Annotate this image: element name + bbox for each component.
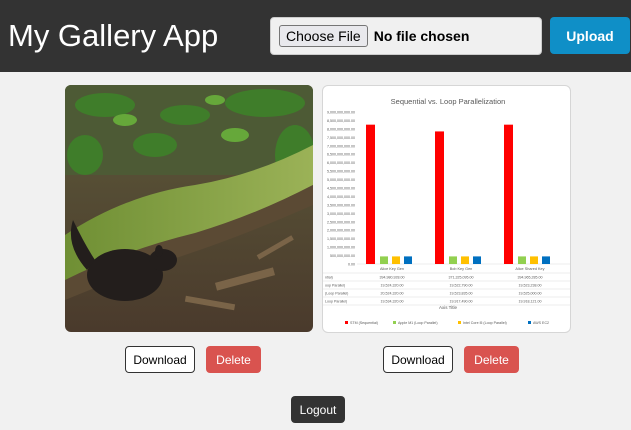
- y-tick-label: 0.00: [348, 263, 355, 267]
- bar: [504, 124, 513, 264]
- table-cell: 371,325,095.00: [449, 276, 474, 280]
- table-cell: 20,524,320.00: [381, 292, 404, 296]
- logout-button[interactable]: Logout: [291, 396, 345, 423]
- app-title: My Gallery App: [8, 18, 219, 53]
- table-cell: 19,522,790.00: [450, 284, 473, 288]
- table-cell: 19,523,238.00: [519, 284, 542, 288]
- bar: [435, 131, 444, 264]
- bar: [473, 256, 481, 264]
- legend-swatch: [458, 321, 461, 324]
- y-tick-label: 3,500,000,000.00: [327, 203, 355, 207]
- file-input[interactable]: Choose File No file chosen: [270, 17, 542, 55]
- y-tick-label: 1,500,000,000.00: [327, 237, 355, 241]
- y-tick-label: 2,500,000,000.00: [327, 220, 355, 224]
- bar: [392, 256, 400, 264]
- legend-label: Apple M1 (Loop Parallel): [398, 321, 438, 325]
- table-row-label: Loop Parallel): [325, 300, 347, 304]
- bar: [449, 256, 457, 264]
- y-tick-label: 1,000,000,000.00: [327, 246, 355, 250]
- bar: [461, 256, 469, 264]
- bar: [404, 256, 412, 264]
- y-tick-label: 5,000,000,000.00: [327, 178, 355, 182]
- table-cell: 19,523,835.00: [450, 292, 473, 296]
- bar: [380, 256, 388, 264]
- y-tick-label: 4,500,000,000.00: [327, 187, 355, 191]
- y-tick-label: 6,500,000,000.00: [327, 153, 355, 157]
- x-tick-label: Bob Key Gen: [450, 267, 473, 271]
- delete-button[interactable]: Delete: [206, 346, 261, 373]
- legend-label: Intel Core i5 (Loop Parallel): [463, 321, 507, 325]
- table-row-label: (Loop Parallel): [325, 292, 348, 296]
- y-tick-label: 4,000,000,000.00: [327, 195, 355, 199]
- download-button[interactable]: Download: [125, 346, 195, 373]
- table-cell: 19,525,000.00: [519, 292, 542, 296]
- x-axis-title: Axis Title: [439, 305, 458, 310]
- y-tick-label: 8,000,000,000.00: [327, 127, 355, 131]
- y-tick-label: 6,000,000,000.00: [327, 161, 355, 165]
- table-cell: 19,918,121.00: [519, 300, 542, 304]
- y-tick-label: 8,500,000,000.00: [327, 119, 355, 123]
- x-tick-label: Alice Shared Key: [515, 267, 544, 271]
- table-cell: 19,534,320.00: [381, 300, 404, 304]
- bar: [366, 124, 375, 264]
- x-tick-label: Alice Key Gen: [380, 267, 404, 271]
- upload-button[interactable]: Upload: [550, 17, 630, 54]
- y-tick-label: 2,000,000,000.00: [327, 229, 355, 233]
- table-cell: 394,980,928.00: [380, 276, 405, 280]
- y-tick-label: 7,000,000,000.00: [327, 144, 355, 148]
- gallery-image-forest-squirrel: [65, 85, 313, 332]
- bar: [530, 256, 538, 264]
- bar: [518, 256, 526, 264]
- y-tick-label: 3,000,000,000.00: [327, 212, 355, 216]
- forest-squirrel-photo-icon: [65, 85, 313, 332]
- table-cell: 19,917,490.00: [450, 300, 473, 304]
- file-status: No file chosen: [373, 28, 470, 44]
- y-tick-label: 5,500,000,000.00: [327, 170, 355, 174]
- bar: [542, 256, 550, 264]
- y-tick-label: 7,500,000,000.00: [327, 136, 355, 140]
- download-button[interactable]: Download: [383, 346, 453, 373]
- table-row-label: ntial): [325, 276, 333, 280]
- legend-label: AWS EC2: [533, 321, 549, 325]
- legend-label: STM (Sequential): [350, 321, 378, 325]
- y-tick-label: 9,000,000,000.00: [327, 111, 355, 115]
- table-cell: 394,965,285.00: [518, 276, 543, 280]
- y-tick-label: 500,000,000.00: [330, 254, 355, 258]
- choose-file-button[interactable]: Choose File: [279, 25, 368, 47]
- delete-button[interactable]: Delete: [464, 346, 519, 373]
- table-cell: 19,524,320.00: [381, 284, 404, 288]
- app-header: My Gallery App Choose File No file chose…: [0, 0, 631, 72]
- gallery-image-chart: Sequential vs. Loop Parallelization 0.00…: [322, 85, 571, 333]
- legend-swatch: [393, 321, 396, 324]
- chart-title: Sequential vs. Loop Parallelization: [391, 97, 506, 106]
- bar-chart: Sequential vs. Loop Parallelization 0.00…: [323, 97, 570, 325]
- table-row-label: oop Parallel): [325, 284, 345, 288]
- legend-swatch: [528, 321, 531, 324]
- legend-swatch: [345, 321, 348, 324]
